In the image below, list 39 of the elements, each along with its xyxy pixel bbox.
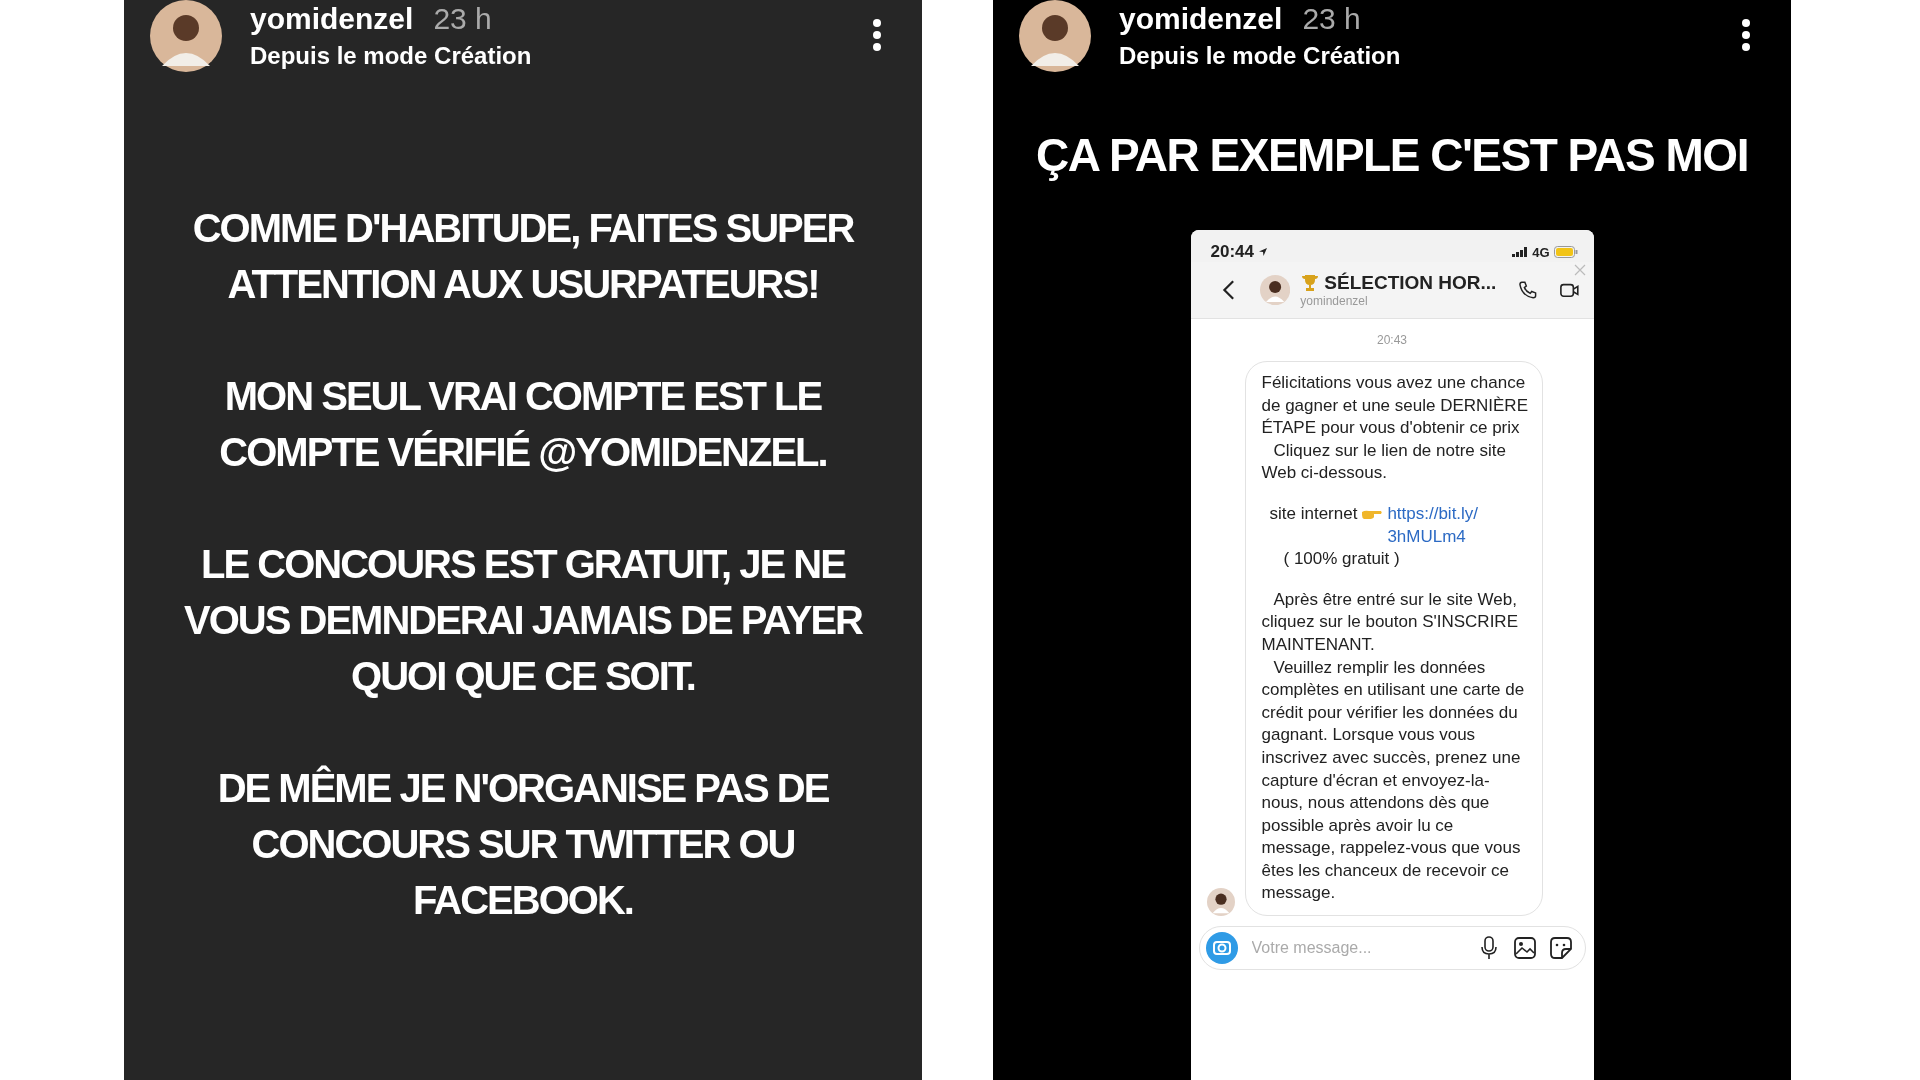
- status-clock: 20:44: [1210, 242, 1254, 262]
- trophy-icon: [1300, 273, 1321, 293]
- phone-call-icon[interactable]: [1518, 279, 1538, 301]
- username[interactable]: yomidenzel: [1119, 2, 1283, 36]
- story-text: COMME D'HABITUDE, FAITES SUPER ATTENTION AUX USURPATEURS!: [191, 205, 855, 308]
- message-field[interactable]: Votre message...: [1249, 938, 1465, 959]
- message-text: Cliquez sur le lien de notre site Web ci-dessous.: [1261, 439, 1507, 485]
- post-time: 23 h: [1302, 2, 1361, 36]
- message-link[interactable]: https://bit.ly/3hMULm4: [1387, 502, 1513, 549]
- post-time: 23 h: [433, 2, 492, 36]
- avatar-icon[interactable]: [1260, 273, 1291, 307]
- message-text: Félicitations vous avez une chance de gagner et une seule DERNIÈRE ÉTAPE pour vous d'obtenir ce prix: [1261, 372, 1529, 440]
- message-text: ( 100% gratuit ): [1282, 548, 1401, 571]
- avatar-icon[interactable]: [150, 0, 222, 72]
- location-arrow-icon: [1258, 247, 1268, 257]
- chat-title: SÉLECTION HOR...: [1324, 272, 1497, 294]
- signal-icon: [1512, 247, 1529, 257]
- network-type: 4G: [1532, 244, 1550, 260]
- story-subtitle: Depuis le mode Création: [250, 42, 533, 70]
- avatar-icon[interactable]: [1019, 0, 1091, 72]
- message-timestamp: 20:43: [1377, 333, 1407, 347]
- more-options-icon[interactable]: [872, 18, 882, 52]
- image-icon[interactable]: [1512, 936, 1537, 961]
- message-text: Après être entré sur le site Web, cliquez sur le bouton S'INSCRIRE MAINTENANT.: [1261, 588, 1519, 656]
- message-text: Veuillez remplir les données complètes en utilisant une carte de crédit pour vérifier les données du gagnant. Lorsque vous vous inscrivez avec succès, prenez une capture d'écran et envoyez-la-nous, nous attendons dès que possible après avoir lu ce message, rappelez-vous que vous êtes les chanceux de recevoir ce message.: [1261, 656, 1526, 905]
- story-text: DE MÊME JE N'ORGANISE PAS DE CONCOURS SUR TWITTER OU FACEBOOK.: [216, 764, 830, 924]
- battery-icon: [1553, 246, 1578, 258]
- pointing-hand-icon: [1361, 508, 1384, 521]
- sticker-icon[interactable]: [1548, 936, 1573, 961]
- avatar-icon: [1206, 888, 1235, 917]
- message-text: site internet: [1269, 503, 1358, 523]
- camera-icon[interactable]: [1205, 932, 1238, 965]
- story-subtitle: Depuis le mode Création: [1119, 42, 1402, 70]
- more-options-icon[interactable]: [1741, 18, 1751, 52]
- story-caption: ÇA PAR EXEMPLE C'EST PAS MOI: [1036, 128, 1748, 182]
- story-text: LE CONCOURS EST GRATUIT, JE NE VOUS DEMNDERAI JAMAIS DE PAYER QUOI QUE CE SOIT.: [183, 541, 864, 700]
- username[interactable]: yomidenzel: [250, 2, 414, 36]
- chat-handle: yomindenzel: [1300, 294, 1369, 308]
- story-text: MON SEUL VRAI COMPTE EST LE COMPTE VÉRIFIÉ @YOMIDENZEL.: [218, 373, 828, 476]
